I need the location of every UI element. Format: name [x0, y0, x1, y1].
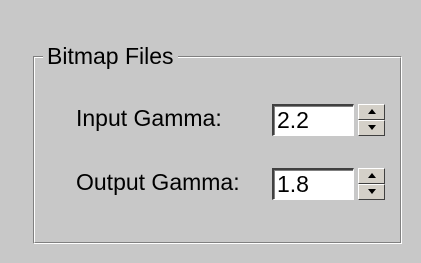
output-gamma-field[interactable]: 1.8: [272, 168, 354, 200]
input-gamma-label: Input Gamma:: [76, 105, 222, 131]
arrow-up-icon: [368, 173, 376, 178]
input-gamma-increment-button[interactable]: [358, 104, 385, 120]
output-gamma-decrement-button[interactable]: [358, 184, 385, 200]
output-gamma-spinner: 1.8: [272, 168, 387, 200]
arrow-down-icon: [368, 125, 376, 130]
groupbox-title: Bitmap Files: [43, 42, 178, 70]
input-gamma-spin-buttons: [358, 104, 385, 136]
output-gamma-spin-buttons: [358, 168, 385, 200]
output-gamma-label: Output Gamma:: [76, 169, 240, 195]
input-gamma-field[interactable]: 2.2: [272, 104, 354, 136]
arrow-down-icon: [368, 189, 376, 194]
output-gamma-increment-button[interactable]: [358, 168, 385, 184]
arrow-up-icon: [368, 109, 376, 114]
input-gamma-spinner: 2.2: [272, 104, 387, 136]
bitmap-files-groupbox: [33, 56, 402, 244]
input-gamma-decrement-button[interactable]: [358, 120, 385, 136]
